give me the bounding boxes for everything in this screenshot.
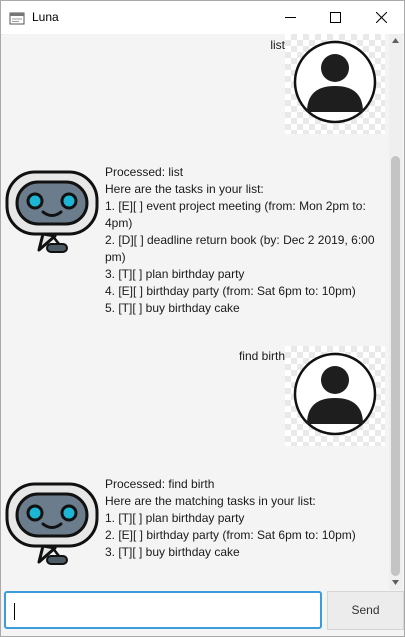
message-input[interactable] <box>4 591 322 629</box>
scroll-down-arrow-icon[interactable] <box>392 580 399 585</box>
user-icon <box>293 40 377 124</box>
bot-avatar <box>3 164 103 264</box>
input-row: Send <box>1 590 404 636</box>
maximize-icon <box>330 12 341 23</box>
bot-line: 1. [E][ ] event project meeting (from: M… <box>105 199 366 213</box>
user-avatar <box>285 346 385 446</box>
chat-area[interactable]: list Processed: list Here are the tasks … <box>3 34 389 590</box>
user-icon <box>293 352 377 436</box>
bot-line: 4pm) <box>105 216 133 230</box>
close-button[interactable] <box>358 1 404 34</box>
window-title: Luna <box>32 10 59 24</box>
bot-avatar <box>3 476 103 576</box>
bot-message-text: Processed: list Here are the tasks in yo… <box>105 164 375 317</box>
user-message-text: list <box>270 38 285 52</box>
app-icon <box>9 12 25 25</box>
user-avatar <box>285 34 385 134</box>
bot-line: 2. [D][ ] deadline return book (by: Dec … <box>105 233 375 247</box>
bot-line: Processed: find birth <box>105 477 215 491</box>
minimize-icon <box>285 17 296 18</box>
bot-line: 3. [T][ ] plan birthday party <box>105 267 245 281</box>
minimize-button[interactable] <box>267 1 313 34</box>
vertical-scrollbar[interactable] <box>389 34 402 590</box>
bot-line: 4. [E][ ] birthday party (from: Sat 6pm … <box>105 284 356 298</box>
bot-line: 2. [E][ ] birthday party (from: Sat 6pm … <box>105 528 356 542</box>
scrollbar-thumb[interactable] <box>391 156 400 576</box>
title-bar: Luna <box>1 1 404 35</box>
robot-icon <box>5 170 99 253</box>
bot-line: Here are the tasks in your list: <box>105 182 264 196</box>
app-window: Luna list Processed: list Here are the t… <box>0 0 405 637</box>
text-caret <box>14 603 15 620</box>
maximize-button[interactable] <box>312 1 358 34</box>
bot-message-text: Processed: find birth Here are the match… <box>105 476 356 561</box>
bot-line: 3. [T][ ] buy birthday cake <box>105 545 240 559</box>
robot-icon <box>5 482 99 565</box>
close-icon <box>376 12 387 23</box>
scroll-up-arrow-icon[interactable] <box>392 38 399 43</box>
bot-line: 1. [T][ ] plan birthday party <box>105 511 245 525</box>
bot-line: Here are the matching tasks in your list… <box>105 494 316 508</box>
bot-line: Processed: list <box>105 165 184 179</box>
user-message-text: find birth <box>238 349 285 363</box>
bot-line: 5. [T][ ] buy birthday cake <box>105 301 240 315</box>
bot-line: pm) <box>105 250 126 264</box>
send-button[interactable]: Send <box>327 591 404 630</box>
